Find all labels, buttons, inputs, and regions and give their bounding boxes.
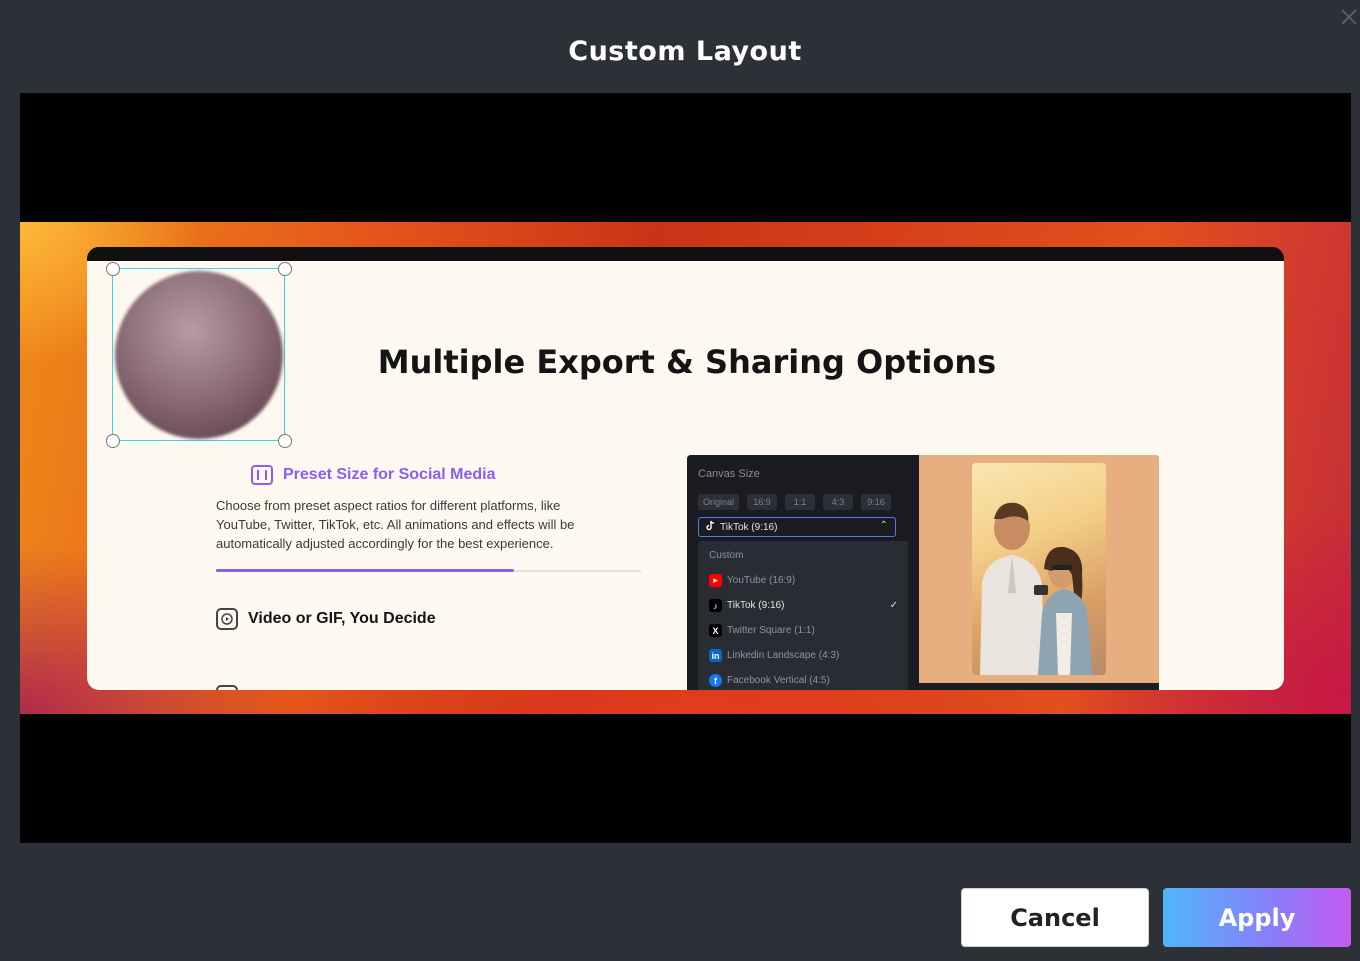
canvas-size-panel: Canvas Size Original 16:9 1:1 4:3 9:16 T… [687, 455, 919, 690]
menu-item-twitter[interactable]: X Twitter Square (1:1) [698, 618, 908, 643]
canvas-size-label: Canvas Size [698, 468, 760, 480]
ratio-chip-1-1[interactable]: 1:1 [785, 494, 816, 510]
linkedin-icon: in [709, 649, 722, 662]
menu-item-youtube[interactable]: ▸ YouTube (16:9) [698, 568, 908, 593]
canvas-preview [919, 455, 1159, 683]
menu-item-label: YouTube (16:9) [727, 575, 796, 586]
resize-handle-top-right[interactable] [278, 262, 292, 276]
feature-preset-size-label: Preset Size for Social Media [283, 466, 496, 483]
editor-screenshot: Canvas Size Original 16:9 1:1 4:3 9:16 T… [687, 455, 1159, 690]
feature-preset-size-description: Choose from preset aspect ratios for dif… [216, 498, 575, 551]
feature-video-gif-label: Video or GIF, You Decide [248, 610, 436, 627]
ratio-chip-original[interactable]: Original [698, 494, 740, 510]
canvas-size-menu: Custom ▸ YouTube (16:9) ♪ TikTok (9:16) … [698, 541, 908, 690]
menu-item-label: Facebook Vertical (4:5) [727, 675, 830, 686]
couple-photo [972, 463, 1106, 675]
resize-handle-top-left[interactable] [106, 262, 120, 276]
menu-item-label: TikTok (9:16) [727, 600, 785, 611]
feature-icon-partial [216, 685, 238, 690]
menu-item-facebook[interactable]: f Facebook Vertical (4:5) [698, 668, 908, 690]
menu-item-linkedin[interactable]: in Linkedin Landscape (4:3) [698, 643, 908, 668]
x-icon: X [709, 624, 722, 637]
selected-sphere-element[interactable] [112, 268, 285, 441]
chevron-up-icon: ⌃ [879, 520, 888, 531]
apply-button[interactable]: Apply [1163, 888, 1351, 947]
ratio-chip-4-3[interactable]: 4:3 [823, 494, 854, 510]
menu-item-label: Custom [709, 550, 744, 561]
sphere-image [115, 271, 283, 439]
close-icon[interactable] [1338, 6, 1360, 28]
video-play-icon [216, 608, 238, 630]
window-title-bar [87, 247, 1284, 261]
menu-item-label: Linkedin Landscape (4:3) [727, 650, 840, 661]
menu-item-custom[interactable]: Custom [698, 543, 908, 568]
tiktok-icon: ♪ [709, 599, 722, 612]
resize-handle-bottom-right[interactable] [278, 434, 292, 448]
canvas-size-selected: TikTok (9:16) [720, 521, 778, 533]
layout-preview: Multiple Export & Sharing Options Preset… [20, 93, 1351, 843]
youtube-icon: ▸ [709, 574, 722, 587]
ratio-chip-row: Original 16:9 1:1 4:3 9:16 [698, 494, 892, 510]
feature-progress-fill [216, 569, 514, 572]
resize-handle-bottom-left[interactable] [106, 434, 120, 448]
cancel-button[interactable]: Cancel [961, 888, 1149, 947]
canvas-size-select[interactable]: TikTok (9:16) ⌃ [698, 517, 896, 537]
tiktok-icon [705, 520, 716, 534]
feature-progress-track [216, 569, 641, 572]
menu-item-label: Twitter Square (1:1) [727, 625, 815, 636]
facebook-icon: f [709, 674, 722, 687]
dialog-title: Custom Layout [568, 36, 802, 67]
feature-preset-size[interactable]: Preset Size for Social Media [251, 465, 496, 485]
feature-video-gif[interactable]: Video or GIF, You Decide [216, 608, 436, 630]
checkmark-icon: ✓ [889, 600, 898, 611]
ratio-chip-16-9[interactable]: 16:9 [747, 494, 778, 510]
aspect-ratio-icon [251, 465, 273, 485]
ratio-chip-9-16[interactable]: 9:16 [861, 494, 892, 510]
menu-item-tiktok[interactable]: ♪ TikTok (9:16) ✓ [698, 593, 908, 618]
